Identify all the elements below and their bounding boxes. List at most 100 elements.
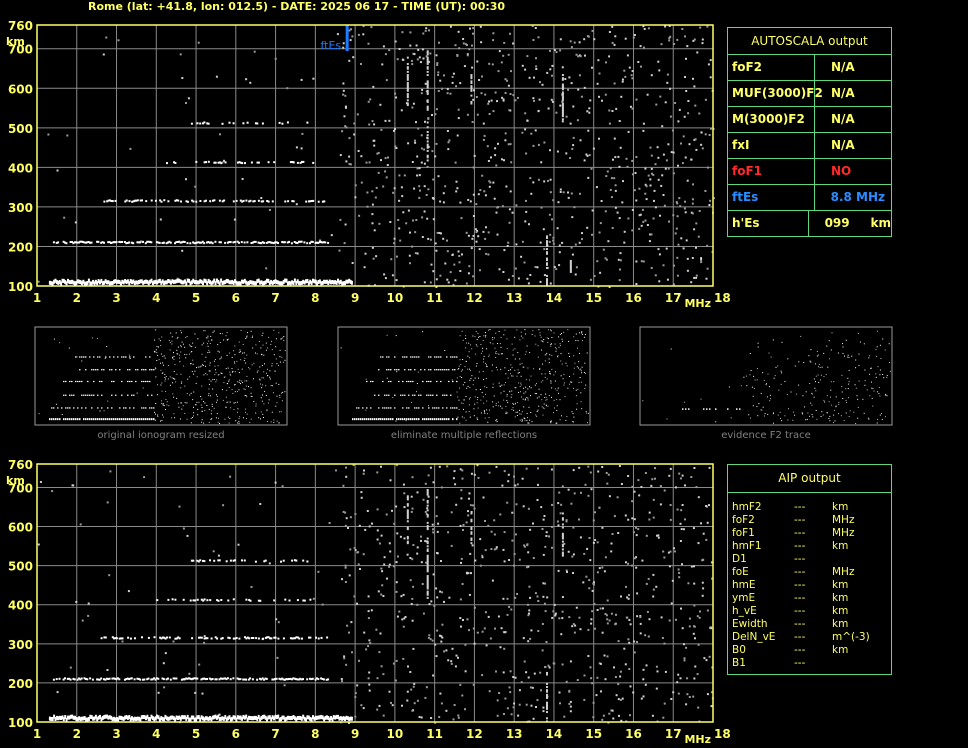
thumbnail-dot (238, 341, 240, 343)
noise-dot (624, 514, 627, 517)
noise-dot (457, 250, 460, 253)
noise-dot (620, 95, 623, 98)
thumbnail-dot (842, 398, 844, 399)
noise-dot (629, 685, 632, 688)
thumbnail-dot (584, 387, 586, 389)
trace-point (303, 599, 306, 602)
noise-dot (485, 644, 488, 647)
thumbnail-dot (262, 413, 264, 415)
trace-point (228, 121, 231, 124)
noise-dot (692, 527, 695, 530)
noise-dot (312, 77, 315, 80)
trace-point (156, 599, 159, 602)
thumbnail-dot (194, 346, 196, 348)
thumbnail-dot (217, 365, 219, 367)
thumbnail-dot (700, 398, 702, 400)
thumbnail-trace-dot (402, 380, 404, 383)
thumbnail-trace-dot (438, 369, 440, 371)
noise-dot (410, 688, 413, 691)
thumbnail-dot (223, 382, 225, 384)
thumbnail-dot (224, 418, 226, 420)
noise-dot (609, 167, 612, 170)
noise-dot (350, 621, 353, 624)
noise-dot (512, 676, 515, 678)
noise-dot (592, 716, 595, 719)
noise-dot (647, 174, 650, 177)
noise-dot (488, 690, 491, 693)
thumbnail-trace-dot (440, 369, 442, 371)
thumbnail-trace-dot (456, 380, 458, 383)
thumbnail-dot (843, 419, 845, 421)
thumbnail-dot (497, 401, 499, 403)
noise-dot (457, 714, 460, 717)
thumbnail-trace-dot (153, 369, 155, 371)
noise-dot (412, 219, 414, 222)
trace-point (91, 678, 94, 681)
noise-dot (599, 271, 602, 274)
thumbnail-dot (456, 377, 458, 379)
noise-dot (447, 141, 450, 144)
noise-dot (669, 35, 672, 38)
noise-dot (631, 173, 634, 176)
thumbnail-dot (476, 363, 478, 364)
thumbnail-trace-dot (450, 407, 452, 409)
noise-dot (571, 625, 574, 628)
noise-dot (576, 119, 579, 122)
noise-dot (358, 659, 360, 662)
thumbnail-dot (194, 370, 196, 372)
thumbnail-dot (234, 402, 236, 403)
thumbnail-dot (209, 364, 211, 366)
noise-dot (645, 582, 648, 585)
thumbnail-dot (753, 375, 755, 377)
noise-dot (588, 111, 591, 114)
noise-dot (371, 222, 374, 225)
noise-dot (420, 539, 422, 542)
noise-dot (514, 596, 517, 599)
thumbnail-dot (485, 378, 487, 379)
noise-dot (413, 53, 416, 56)
thumbnail-dot (155, 376, 157, 378)
noise-dot (700, 143, 703, 146)
noise-dot (424, 510, 427, 513)
thumbnail-dot (580, 401, 582, 403)
noise-dot (411, 619, 414, 622)
aip-param-name: DelN_vE (732, 631, 776, 643)
thumbnail-dot (171, 417, 173, 419)
thumbnail-dot (61, 414, 63, 415)
noise-dot (684, 76, 686, 78)
noise-dot (552, 239, 555, 242)
thumbnail-dot (156, 346, 158, 348)
thumbnail-trace-dot (53, 418, 55, 421)
noise-dot (203, 635, 206, 638)
noise-dot (539, 81, 541, 84)
thumbnail-dot (221, 373, 223, 374)
thumbnail-dot (856, 395, 858, 397)
thumbnail-dot (217, 374, 219, 376)
thumbnail-dot (228, 380, 230, 382)
noise-dot (614, 676, 617, 678)
thumbnail-dot (507, 377, 509, 379)
trace-point (210, 637, 213, 640)
noise-dot (396, 532, 399, 535)
thumbnail-dot (571, 411, 573, 413)
noise-dot (367, 610, 370, 613)
noise-dot (451, 254, 454, 256)
noise-dot (679, 677, 682, 680)
aip-param-unit: km (832, 579, 849, 591)
thumbnail-dot (260, 347, 262, 349)
thumbnail-dot (811, 393, 813, 395)
noise-dot (613, 137, 616, 140)
thumbnail-dot (501, 384, 503, 386)
noise-dot (461, 469, 464, 472)
noise-dot (398, 48, 401, 50)
thumbnail-dot (571, 421, 573, 422)
trace-point (322, 678, 325, 681)
thumbnail-dot (213, 407, 215, 409)
noise-dot (471, 544, 474, 547)
noise-dot (344, 105, 347, 108)
ionogram-top: ftEs1 2 3 4 5 6 7 8 9 10 11 12 13 14 15 16 17 18MHz100200… (6, 19, 731, 310)
thumbnail-dot (833, 422, 834, 424)
thumbnail-dot (209, 395, 211, 397)
trace-point (211, 678, 214, 680)
thumbnail-dot (281, 392, 282, 394)
